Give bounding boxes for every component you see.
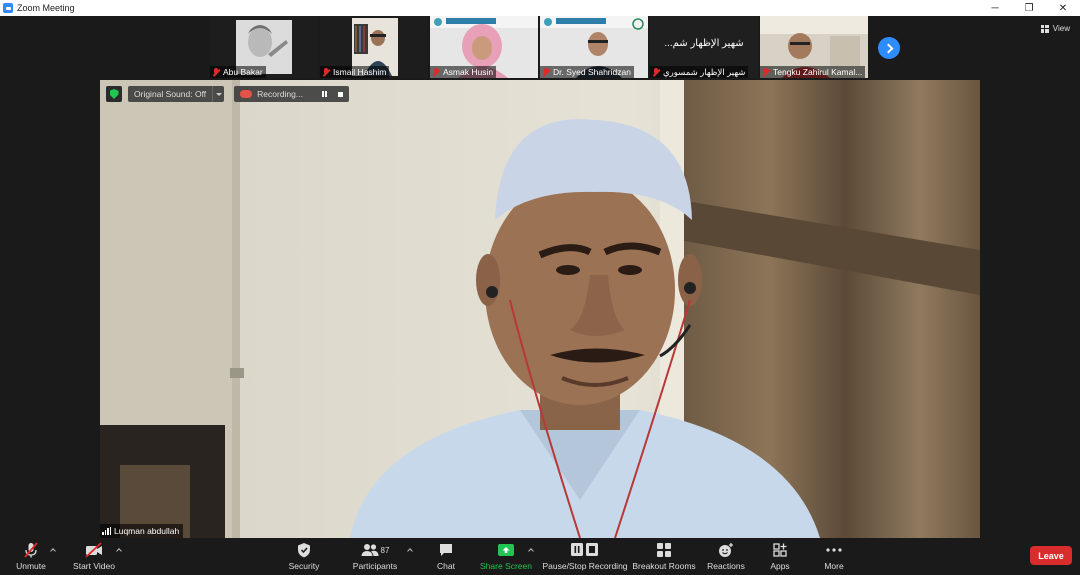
original-sound-label: Original Sound: Off (134, 89, 207, 99)
active-speaker-name: Luqman abdullah (114, 526, 180, 536)
participants-label: Participants (352, 561, 398, 571)
participant-name: Ismail Hashim (333, 67, 387, 77)
participant-tile[interactable]: Tengku Zahirul Kamal... (760, 16, 868, 78)
encryption-shield-icon[interactable] (106, 86, 122, 102)
apps-label: Apps (770, 561, 790, 571)
original-sound-toggle[interactable]: Original Sound: Off (128, 86, 225, 102)
participant-tile[interactable]: Asmak Husin (430, 16, 538, 78)
participant-name-bar: شهير الإظهار شمسوري (650, 66, 749, 78)
participant-name-bar: Dr. Syed Shahridzan (540, 66, 634, 78)
stop-recording-button[interactable] (333, 86, 349, 102)
participants-icon: 87 (361, 541, 390, 559)
participant-name-bar: Abu Bakar (210, 66, 266, 78)
title-bar: Zoom Meeting ─ ❐ ✕ (0, 0, 1080, 16)
share-screen-label: Share Screen (480, 561, 532, 571)
unmute-label: Unmute (16, 561, 46, 571)
recording-indicator: Recording... (234, 86, 349, 102)
chevron-down-icon (215, 92, 222, 96)
video-options-chevron-icon[interactable] (115, 546, 123, 554)
meeting-info-overlay: Original Sound: Off Recording... (106, 86, 349, 102)
more-dots-icon (825, 541, 843, 559)
connection-signal-icon (102, 527, 111, 535)
participant-name-bar: Ismail Hashim (320, 66, 390, 78)
video-off-icon (84, 541, 104, 559)
participant-tile[interactable]: Abu Bakar (210, 16, 318, 78)
participant-display-name: شهير الإظهار شم... (664, 38, 744, 49)
pause-icon (322, 91, 328, 97)
mic-muted-icon (432, 67, 440, 77)
start-video-label: Start Video (73, 561, 115, 571)
pause-stop-recording-label: Pause/Stop Recording (542, 561, 628, 571)
next-page-arrow-icon[interactable] (878, 37, 900, 59)
mic-muted-icon (652, 67, 660, 77)
participant-count-badge: 87 (380, 545, 390, 555)
more-button[interactable]: More (794, 541, 874, 571)
security-label: Security (288, 561, 320, 571)
grid-view-icon (1040, 24, 1049, 33)
original-sound-dropdown[interactable] (212, 86, 224, 102)
participant-name: Abu Bakar (223, 67, 263, 77)
participant-name: Asmak Husin (443, 67, 494, 77)
restore-button[interactable]: ❐ (1012, 0, 1046, 16)
view-label: View (1052, 24, 1070, 33)
participant-name: Dr. Syed Shahridzan (553, 67, 631, 77)
pause-recording-button[interactable] (317, 86, 333, 102)
share-options-chevron-icon[interactable] (527, 546, 535, 554)
recording-label: Recording... (257, 89, 303, 99)
mic-muted-icon (762, 67, 770, 77)
participant-gallery-strip: Abu Bakar Ismail Hashim Asmak Husin Dr. … (0, 16, 1080, 80)
zoom-logo-icon (3, 3, 13, 13)
breakout-rooms-icon (656, 541, 672, 559)
leave-button[interactable]: Leave (1030, 546, 1072, 565)
pause-stop-recording-button[interactable]: Pause/Stop Recording (542, 541, 628, 571)
share-screen-icon (497, 541, 515, 559)
participant-name-bar: Asmak Husin (430, 66, 497, 78)
view-button[interactable]: View (1040, 24, 1070, 33)
chat-bubble-icon (438, 541, 454, 559)
window-controls: ─ ❐ ✕ (978, 0, 1080, 16)
window-title: Zoom Meeting (17, 3, 75, 13)
participants-button[interactable]: 87 Participants (335, 541, 415, 571)
cloud-recording-icon (240, 90, 253, 98)
smiley-plus-icon (717, 541, 735, 559)
participant-name: Tengku Zahirul Kamal... (773, 67, 863, 77)
pause-stop-icon (570, 541, 600, 559)
more-label: More (824, 561, 844, 571)
security-button[interactable]: Security (264, 541, 344, 571)
active-speaker-video (100, 80, 980, 538)
apps-icon (772, 541, 788, 559)
participant-tile[interactable]: شهير الإظهار شم... شهير الإظهار شمسوري (650, 16, 758, 78)
speaker-video-image (100, 80, 980, 538)
close-button[interactable]: ✕ (1046, 0, 1080, 16)
mic-muted-icon (542, 67, 550, 77)
active-speaker-name-bar: Luqman abdullah (100, 524, 184, 538)
participant-tile[interactable]: Dr. Syed Shahridzan (540, 16, 648, 78)
mic-muted-icon (322, 67, 330, 77)
security-shield-icon (296, 541, 312, 559)
mic-muted-icon (212, 67, 220, 77)
participant-tile[interactable]: Ismail Hashim (320, 16, 428, 78)
chat-label: Chat (437, 561, 455, 571)
stop-icon (338, 91, 344, 97)
participant-name: شهير الإظهار شمسوري (663, 66, 746, 77)
meeting-toolbar: Unmute Start Video Security 87 Participa… (0, 538, 1080, 575)
participant-name-bar: Tengku Zahirul Kamal... (760, 66, 866, 78)
microphone-muted-icon (22, 541, 40, 559)
minimize-button[interactable]: ─ (978, 0, 1012, 16)
